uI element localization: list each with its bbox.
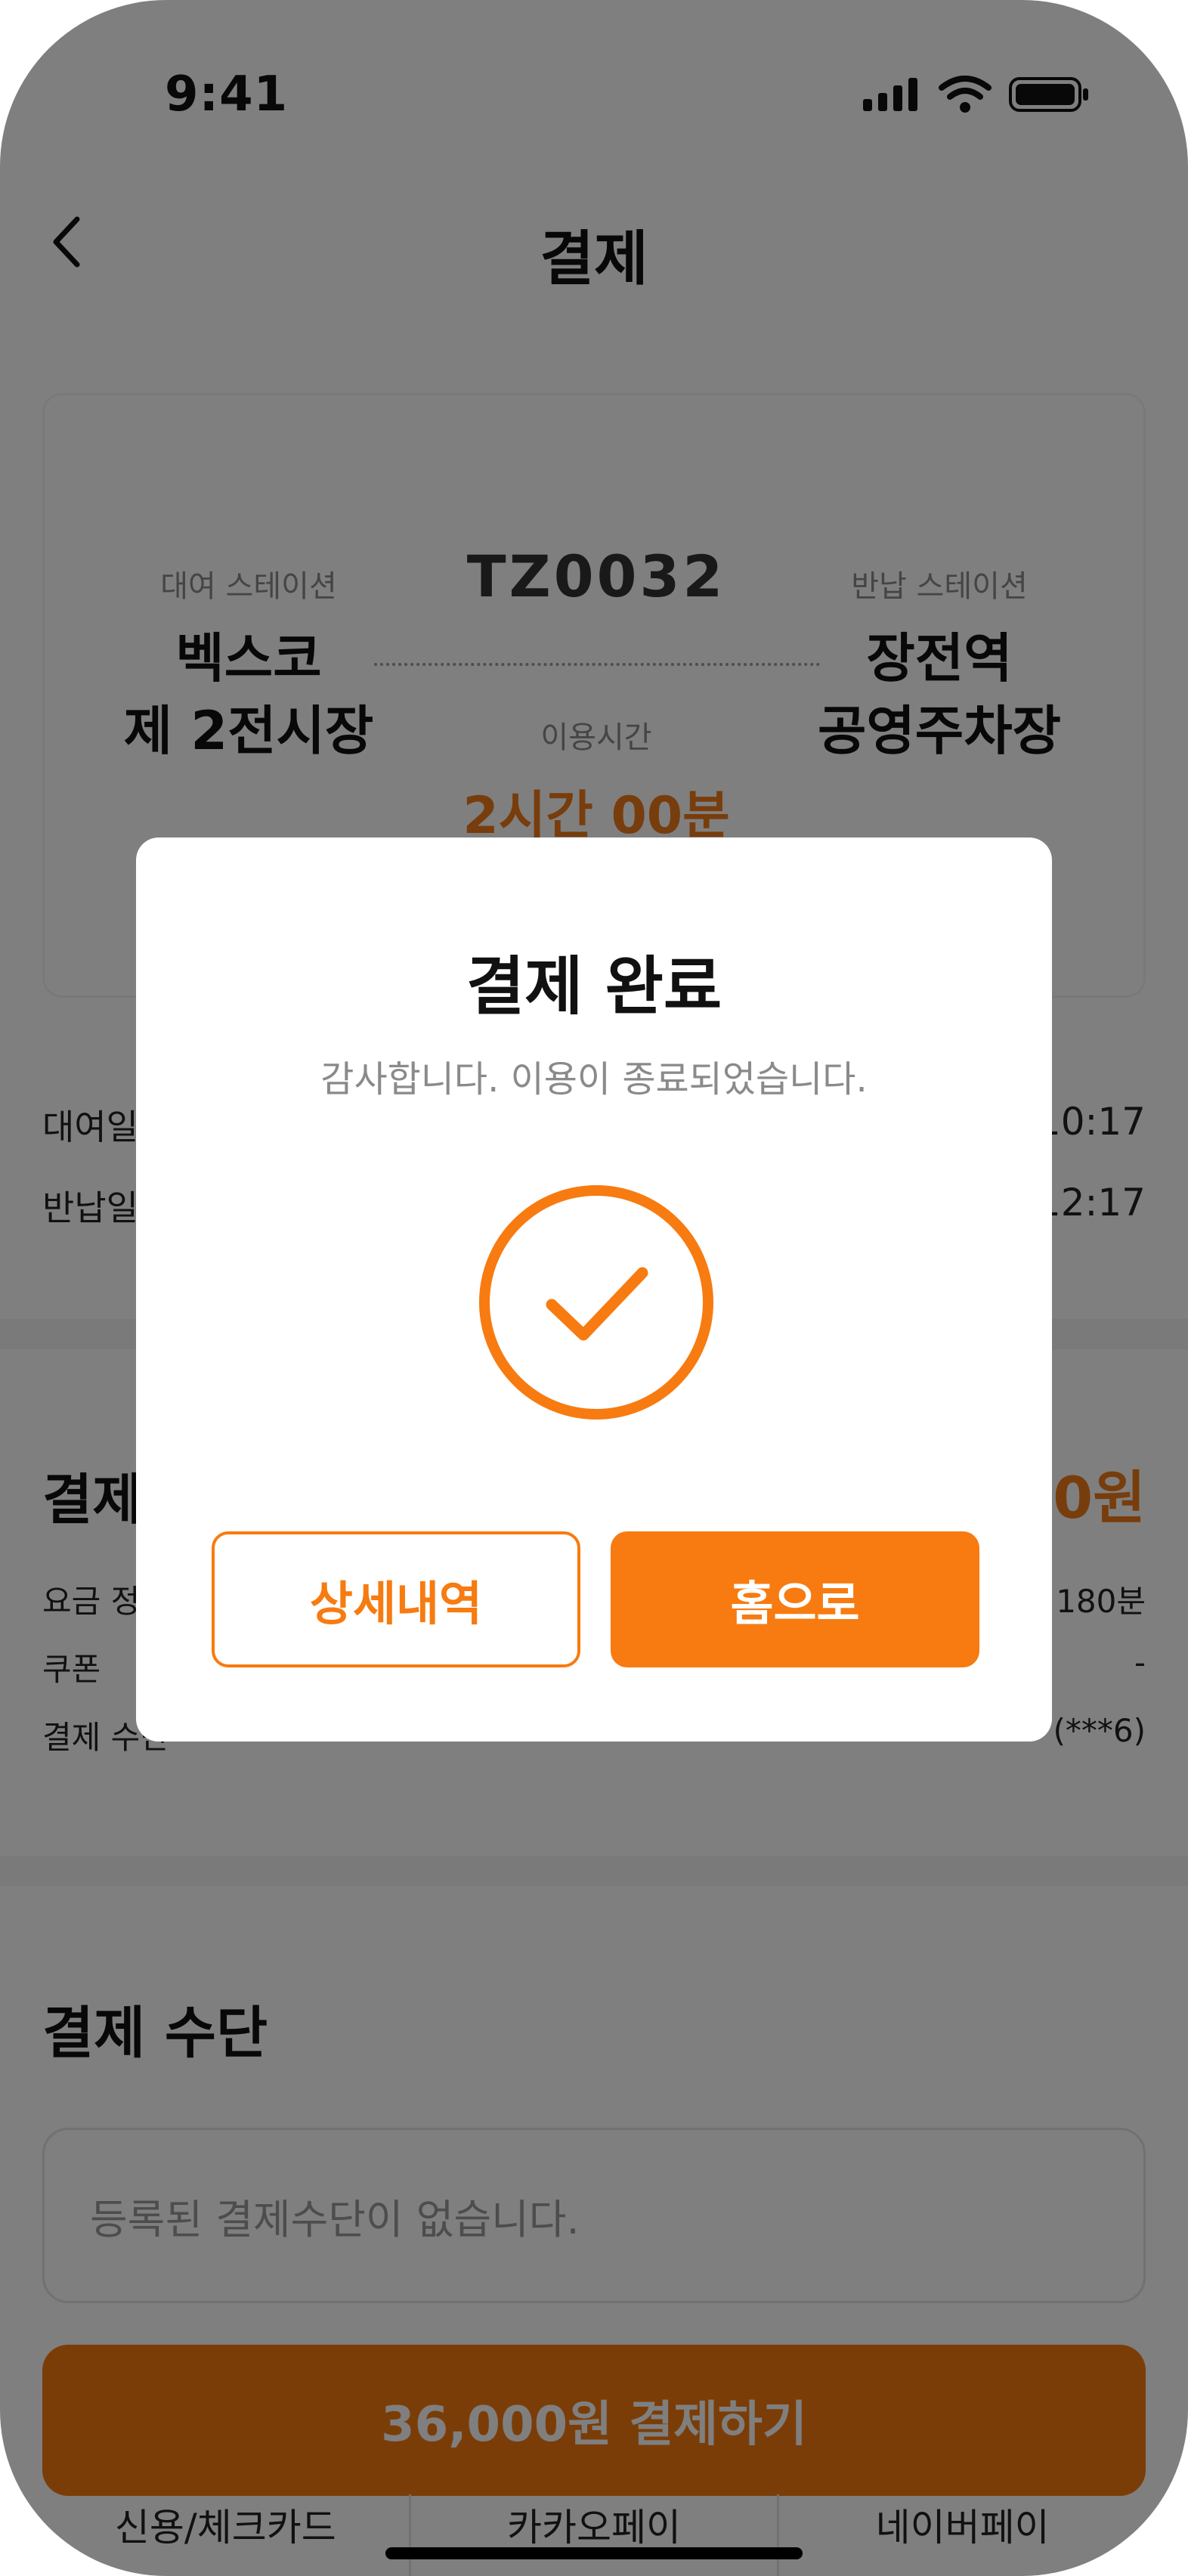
detail-button[interactable]: 상세내역 [212, 1531, 580, 1667]
modal-message: 감사합니다. 이용이 종료되었습니다. [320, 1058, 868, 1101]
home-indicator [385, 2547, 803, 2559]
payment-complete-modal: 결제 완료 감사합니다. 이용이 종료되었습니다. 상세내역 홈으로 [136, 838, 1052, 1742]
modal-title: 결제 완료 [466, 949, 722, 1023]
check-circle-icon [478, 1184, 715, 1421]
home-button[interactable]: 홈으로 [611, 1531, 979, 1667]
phone-screen: 9:41 결제 [0, 0, 1188, 2576]
